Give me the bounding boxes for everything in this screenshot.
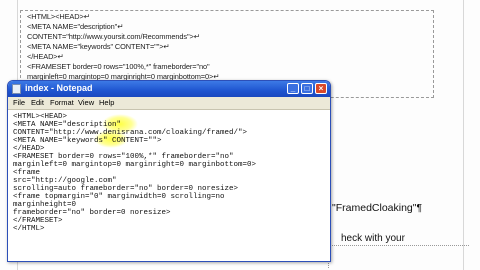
menu-view[interactable]: View (78, 98, 94, 107)
minimize-button[interactable]: _ (287, 83, 299, 94)
document-line: <HTML><HEAD>↵ (27, 12, 90, 21)
code-line: <HTML><HEAD> (13, 113, 68, 121)
code-line: frameborder="no" border=0 noresize> (13, 209, 171, 217)
maximize-button[interactable]: □ (301, 83, 313, 94)
window-title: index - Notepad (25, 83, 93, 93)
table-cell (328, 245, 469, 268)
document-side-text: "FramedCloaking"¶ (332, 202, 423, 214)
code-line: marginheight=0 (13, 201, 77, 209)
document-line: </HEAD>↵ (27, 52, 64, 61)
notepad-window[interactable]: index - Notepad _ □ × File Edit Format V… (7, 80, 331, 262)
code-line: scrolling=auto frameborder="no" border=0… (13, 185, 239, 193)
code-line: <frame topmargin="0" marginwidth=0 scrol… (13, 193, 225, 201)
document-side-text: heck with your (341, 233, 405, 244)
code-line: <frame (13, 169, 41, 177)
text-editor[interactable]: <HTML><HEAD> <META NAME="description" CO… (8, 110, 330, 261)
menu-format[interactable]: Format (50, 98, 74, 107)
code-line: <FRAMESET border=0 rows="100%,*" framebo… (13, 153, 234, 161)
code-line: <META NAME="description" (13, 121, 122, 129)
code-line: </FRAMESET> (13, 217, 63, 225)
menu-file[interactable]: File (13, 98, 25, 107)
menu-bar: File Edit Format View Help (8, 97, 330, 110)
notepad-icon (12, 84, 21, 94)
menu-edit[interactable]: Edit (31, 98, 44, 107)
document-line: <META NAME="keywords" CONTENT="">↵ (27, 42, 170, 51)
title-bar[interactable]: index - Notepad _ □ × (8, 81, 330, 97)
code-line: </HTML> (13, 225, 45, 233)
document-line: <META NAME="description"↵ (27, 22, 124, 31)
code-line: <META NAME="keywords" CONTENT=""> (13, 137, 162, 145)
menu-help[interactable]: Help (99, 98, 114, 107)
page-margin-right (463, 0, 464, 270)
code-line: </HEAD> (13, 145, 45, 153)
document-line: CONTENT="http://www.yoursit.com/Recommen… (27, 32, 200, 41)
code-line: marginleft=0 margintop=0 marginright=0 m… (13, 161, 257, 169)
document-line: <FRAMESET border=0 rows="100%,*" framebo… (27, 62, 210, 71)
close-button[interactable]: × (315, 83, 327, 94)
code-line: src="http://google.com" (13, 177, 117, 185)
code-line: CONTENT="http://www.denisrana.com/cloaki… (13, 129, 248, 137)
